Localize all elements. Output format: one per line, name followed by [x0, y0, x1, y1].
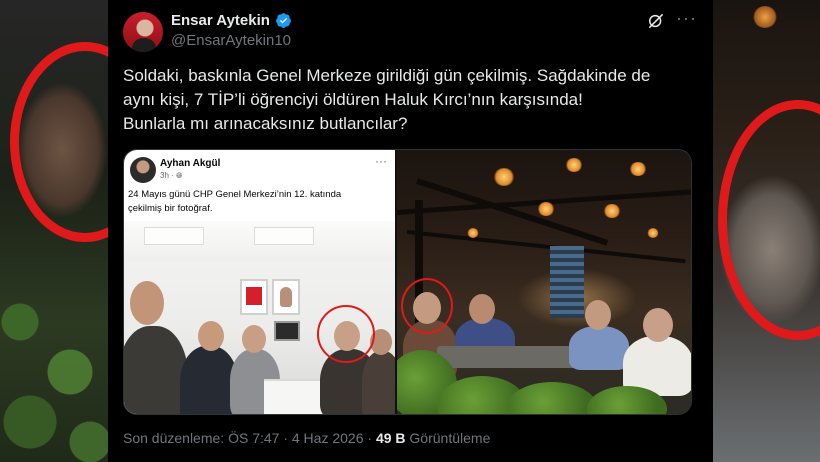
globe-icon: 🌐︎	[176, 171, 183, 180]
person	[362, 351, 395, 414]
tweet-text: Soldaki, baskınla Genel Merkeze girildiğ…	[123, 64, 703, 136]
red-highlight-circle	[317, 305, 375, 363]
person-head	[242, 325, 266, 353]
verified-badge-icon	[276, 13, 291, 28]
meta-separator: ·	[363, 430, 376, 446]
person-head	[198, 321, 224, 351]
foliage-decoration	[0, 262, 108, 462]
embedded-more-icon: ···	[375, 154, 387, 168]
author-avatar[interactable]	[123, 12, 163, 52]
ceiling	[124, 221, 395, 261]
background-right-blur	[712, 0, 820, 462]
ceiling-light	[144, 227, 204, 245]
grok-icon[interactable]	[646, 11, 666, 31]
lantern	[493, 168, 515, 186]
more-icon[interactable]: ···	[676, 8, 697, 29]
lantern	[603, 204, 621, 218]
tweet-meta: Son düzenleme: ÖS 7:47 · 4 Haz 2026 · 49…	[123, 430, 490, 446]
lantern	[537, 202, 555, 216]
embedded-post-time: 3h · 🌐︎	[160, 171, 182, 181]
person-head	[585, 300, 611, 330]
roof-beam	[406, 230, 686, 264]
lantern	[467, 228, 479, 238]
chp-poster	[240, 279, 268, 315]
views-label: Görüntüleme	[409, 430, 491, 446]
author-display-name[interactable]: Ensar Aytekin	[171, 12, 270, 29]
background-left-blur	[0, 0, 108, 462]
lantern	[565, 158, 583, 172]
portrait-poster	[272, 279, 300, 315]
embedded-author-name: Ayhan Akgül	[160, 158, 221, 169]
media-photo-right[interactable]	[397, 150, 691, 414]
blue-pillar	[550, 246, 584, 318]
tweet-media[interactable]: Ayhan Akgül 3h · 🌐︎ ··· 24 Mayıs günü CH…	[123, 149, 692, 415]
lamp-decoration	[752, 6, 778, 28]
red-highlight-circle-right	[718, 100, 820, 340]
tweet-text-line: Bunlarla mı arınacaksınız butlancılar?	[123, 114, 408, 133]
embedded-caption: 24 Mayıs günü CHP Genel Merkezi’nin 12. …	[128, 189, 342, 214]
ceiling-light	[254, 227, 314, 245]
red-highlight-circle-left	[10, 42, 108, 242]
edited-label[interactable]: Son düzenleme:	[123, 430, 224, 446]
person-head	[469, 294, 495, 324]
timestamp[interactable]: ÖS 7:47 · 4 Haz 2026	[228, 430, 363, 446]
tweet-card[interactable]: Ensar Aytekin @EnsarAytekin10 ··· Soldak…	[108, 0, 713, 462]
person-head	[643, 308, 673, 342]
embedded-avatar	[130, 157, 156, 183]
views-count: 49 B	[375, 430, 406, 446]
tweet-text-line: Soldaki, baskınla Genel Merkeze girildiğ…	[123, 66, 651, 85]
lantern	[647, 228, 659, 238]
office-photo	[124, 221, 395, 414]
tweet-text-line: aynı kişi, 7 TİP’li öğrenciyi öldüren Ha…	[123, 90, 583, 109]
media-photo-left[interactable]: Ayhan Akgül 3h · 🌐︎ ··· 24 Mayıs günü CH…	[124, 150, 395, 414]
person-head	[130, 281, 164, 325]
person	[124, 326, 188, 414]
bush	[507, 382, 597, 414]
lantern	[629, 162, 647, 176]
author-handle[interactable]: @EnsarAytekin10	[171, 32, 291, 49]
person	[569, 326, 629, 370]
red-highlight-circle	[401, 278, 453, 334]
monitor	[274, 321, 300, 341]
embedded-time-text: 3h ·	[160, 171, 174, 180]
